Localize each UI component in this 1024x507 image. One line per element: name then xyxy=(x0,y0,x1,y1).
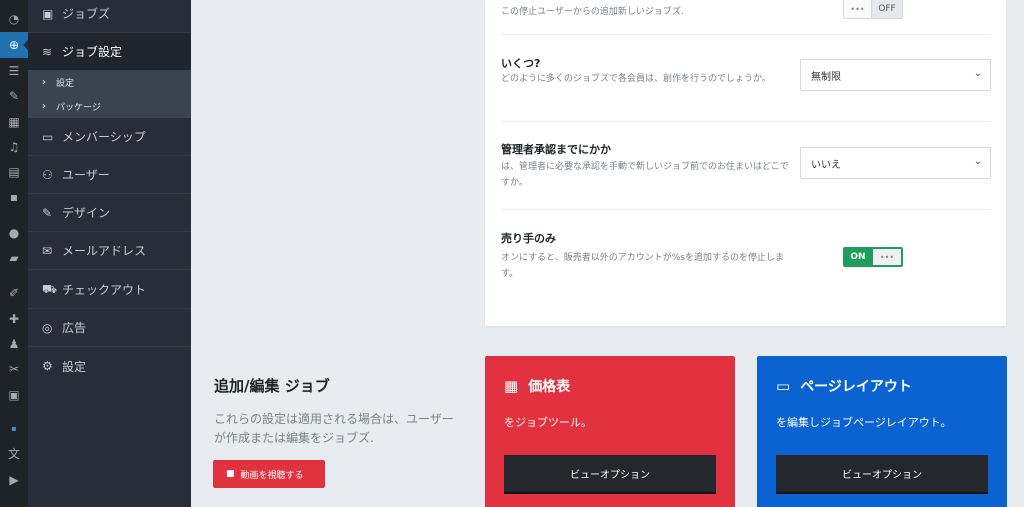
setting-description: オンにすると、販売者以外のアカウントが%sを追加するのを停止します。 xyxy=(501,253,784,279)
plugins-icon[interactable]: ✚ xyxy=(4,310,24,328)
sidebar-item-ads[interactable]: ◎ 広告 xyxy=(28,309,191,347)
briefcase-icon: ▣ xyxy=(42,6,54,21)
sidebar-item-label: ジョブ設定 xyxy=(62,45,123,59)
table-icon: ▦ xyxy=(504,377,519,395)
sidebar-item-label: ジョブズ xyxy=(62,7,111,21)
chevron-down-icon: ⌄ xyxy=(973,68,982,79)
collapse-indicator-icon: ▪ xyxy=(11,424,17,433)
pricing-view-options-button[interactable]: ビューオプション xyxy=(504,455,716,492)
sidebar-item-label: デザイン xyxy=(62,206,111,220)
envelope-icon: ✉ xyxy=(42,243,53,258)
sidebar-item-label: 広告 xyxy=(62,321,87,335)
page-layout-tile: ▭ ページレイアウト を編集しジョブページレイアウト。 ビューオプション xyxy=(757,356,1007,507)
divider xyxy=(501,121,991,122)
toggle-knob: ••• xyxy=(844,0,872,18)
settings-icon[interactable]: ▣ xyxy=(4,386,24,404)
layers-icon: ≋ xyxy=(42,44,53,59)
setting-description: どのように多くのジョブズで各会員は、創作を行うのでしょうか。 xyxy=(501,74,771,84)
setting-description: この停止ユーザーからの追加新しいジョブズ. xyxy=(501,7,684,17)
divider xyxy=(501,209,991,210)
jobs-plugin-icon[interactable]: ⊕ xyxy=(0,32,28,58)
toggle-knob: ••• xyxy=(873,249,901,265)
pricing-table-tile: ▦ 価格表 をジョブツール。 ビューオプション xyxy=(485,356,735,507)
play-icon[interactable]: ▶ xyxy=(4,471,24,489)
list-icon[interactable]: ☰ xyxy=(4,62,24,80)
tile-description: を編集しジョブページレイアウト。 xyxy=(776,416,952,429)
elementor-icon[interactable]: ● xyxy=(4,224,24,242)
grid-icon[interactable]: ▦ xyxy=(4,113,24,131)
sidebar-item-jobs[interactable]: ▣ ジョブズ xyxy=(28,0,191,33)
video-camera-icon: ■ xyxy=(226,469,235,479)
pages-icon[interactable]: ▤ xyxy=(4,163,24,181)
users-icon: ⚇ xyxy=(42,167,53,182)
stop-user-jobs-toggle[interactable]: ••• OFF xyxy=(843,0,903,19)
layout-view-options-button[interactable]: ビューオプション xyxy=(776,455,988,492)
sidebar-item-design[interactable]: ✎ デザイン xyxy=(28,194,191,232)
users-icon[interactable]: ♟ xyxy=(4,335,24,353)
admin-approval-select[interactable]: いいえ ⌄ xyxy=(800,147,991,179)
sidebar-submenu: › 設定 › パッケージ xyxy=(28,70,191,118)
sidebar-item-users[interactable]: ⚇ ユーザー xyxy=(28,156,191,194)
monitor-icon: ▭ xyxy=(776,377,791,395)
sidebar-item-label: メールアドレス xyxy=(62,244,147,258)
sidebar-item-job-settings[interactable]: ≋ ジョブ設定 xyxy=(28,33,191,71)
watch-video-button[interactable]: ■ 動画を視聴する xyxy=(213,460,325,488)
chevron-down-icon: ⌄ xyxy=(973,156,982,167)
id-card-icon: ▭ xyxy=(42,129,54,144)
setting-description: は、管理者に必要な承認を手動で新しいジョブ前でのお住まいはどこですか。 xyxy=(501,162,789,188)
chevron-right-icon: › xyxy=(42,100,46,112)
sidebar-item-settings[interactable]: ⚙ 設定 xyxy=(28,347,191,385)
toggle-state: OFF xyxy=(878,4,896,14)
tile-description: をジョブツール。 xyxy=(504,416,592,429)
job-limit-select[interactable]: 無制限 ⌄ xyxy=(800,59,991,91)
select-value: いいえ xyxy=(811,159,841,171)
submenu-item-label: パッケージ xyxy=(56,102,101,113)
submenu-item-label: 設定 xyxy=(56,78,75,89)
settings-card: この停止ユーザーからの追加新しいジョブズ. ••• OFF いくつ? どのように… xyxy=(485,0,1006,326)
sidebar-item-checkout[interactable]: ⛟ チェックアウト xyxy=(28,271,191,309)
tile-header: ▦ 価格表 xyxy=(504,376,570,396)
target-icon: ◎ xyxy=(42,320,53,335)
brush-icon[interactable]: ✐ xyxy=(4,284,24,302)
setting-title: 管理者承認までにかか xyxy=(501,143,611,156)
folder-icon[interactable]: ▰ xyxy=(4,249,24,267)
sidebar-item-label: 設定 xyxy=(62,359,87,374)
sidebar-item-label: チェックアウト xyxy=(62,283,147,297)
sidebar-item-label: メンバーシップ xyxy=(62,130,146,144)
gear-icon: ⚙ xyxy=(42,359,53,373)
dashboard-icon[interactable]: ◔ xyxy=(4,10,24,28)
admin-icon-rail: ◔ ⊕ ☰ ✎ ▦ ♫ ▤ ▪ ● ▰ ✐ ✚ ♟ ✂ ▣ ▪ 文 ▶ xyxy=(0,0,28,507)
divider xyxy=(501,34,991,35)
sidebar-item-label: ユーザー xyxy=(62,168,110,182)
sidebar-item-membership[interactable]: ▭ メンバーシップ xyxy=(28,118,191,156)
plugin-sidebar: ▣ ジョブズ ≋ ジョブ設定 › 設定 › パッケージ ▭ メンバーシップ ⚇ … xyxy=(28,0,191,507)
sidebar-item-email[interactable]: ✉ メールアドレス xyxy=(28,232,191,270)
media-icon[interactable]: ♫ xyxy=(4,138,24,156)
tile-header: ▭ ページレイアウト xyxy=(776,376,912,396)
setting-title: いくつ? xyxy=(501,57,541,70)
brush-icon: ✎ xyxy=(42,205,53,220)
pin-icon[interactable]: ✎ xyxy=(4,87,24,105)
tile-title: 価格表 xyxy=(528,379,571,395)
section-title: 追加/編集 ジョブ xyxy=(214,377,330,395)
setting-title: 売り手のみ xyxy=(501,232,556,245)
chevron-right-icon: › xyxy=(42,76,46,88)
cart-icon: ⛟ xyxy=(42,281,58,296)
section-description: これらの設定は適用される場合は、ユーザーが作成または編集をジョブズ. xyxy=(214,412,454,445)
tools-icon[interactable]: ✂ xyxy=(4,360,24,378)
translate-icon[interactable]: 文 xyxy=(4,445,24,463)
tile-title: ページレイアウト xyxy=(800,379,912,395)
button-label: 動画を視聴する xyxy=(240,470,304,481)
submenu-item-settings[interactable]: › 設定 xyxy=(42,70,74,94)
submenu-item-packages[interactable]: › パッケージ xyxy=(42,94,101,118)
select-value: 無制限 xyxy=(811,71,841,83)
toggle-state: ON xyxy=(850,252,866,262)
comments-icon[interactable]: ▪ xyxy=(4,188,24,206)
sellers-only-toggle[interactable]: ON ••• xyxy=(843,247,903,267)
